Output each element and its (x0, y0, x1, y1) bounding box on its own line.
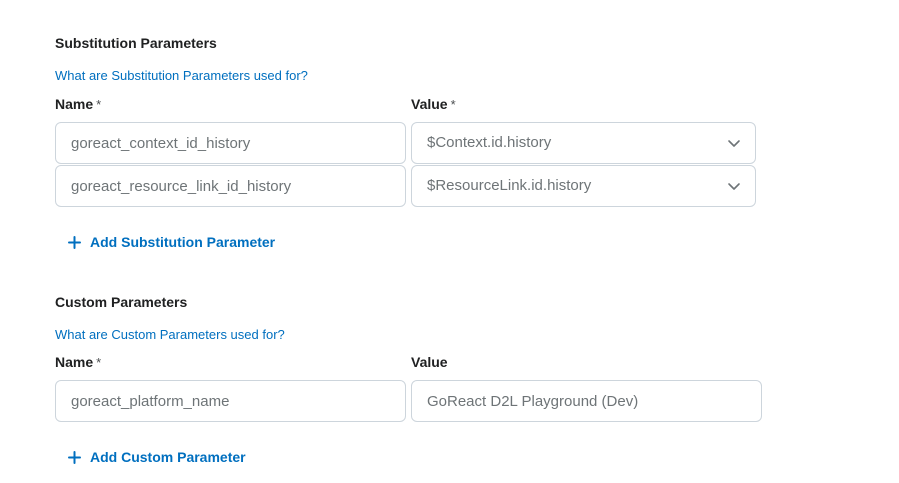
substitution-section-title: Substitution Parameters (55, 35, 217, 51)
custom-name-input[interactable] (55, 380, 406, 422)
chevron-down-icon (728, 183, 740, 190)
required-mark: * (96, 355, 102, 370)
custom-help-link[interactable]: What are Custom Parameters used for? (55, 327, 285, 342)
substitution-name-input[interactable] (55, 122, 406, 164)
add-custom-parameter-button[interactable]: Add Custom Parameter (68, 449, 246, 465)
substitution-value-text: $ResourceLink.id.history (427, 177, 592, 194)
add-substitution-parameter-button[interactable]: Add Substitution Parameter (68, 234, 275, 250)
substitution-value-select[interactable]: $Context.id.history (411, 122, 756, 164)
substitution-value-text: $Context.id.history (427, 134, 552, 151)
substitution-value-select[interactable]: $ResourceLink.id.history (411, 165, 756, 207)
plus-icon (68, 450, 81, 464)
plus-icon (68, 235, 81, 249)
custom-value-input[interactable] (411, 380, 762, 422)
custom-section-title: Custom Parameters (55, 294, 188, 310)
add-custom-parameter-label: Add Custom Parameter (90, 449, 246, 465)
custom-name-label: Name * (55, 354, 102, 370)
required-mark: * (96, 97, 102, 112)
required-mark: * (450, 97, 456, 112)
chevron-down-icon (728, 140, 740, 147)
substitution-value-label: Value * (411, 96, 456, 112)
substitution-name-input[interactable] (55, 165, 406, 207)
substitution-name-label: Name * (55, 96, 102, 112)
custom-value-label: Value (411, 354, 448, 370)
substitution-help-link[interactable]: What are Substitution Parameters used fo… (55, 68, 308, 83)
add-substitution-parameter-label: Add Substitution Parameter (90, 234, 276, 250)
